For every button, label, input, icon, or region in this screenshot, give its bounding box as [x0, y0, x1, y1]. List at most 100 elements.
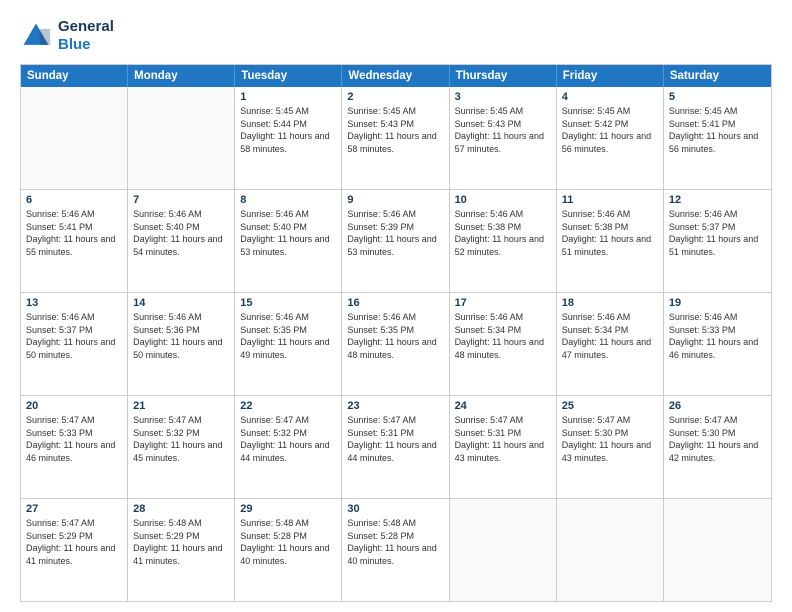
day-number: 29: [240, 503, 336, 515]
day-number: 22: [240, 400, 336, 412]
day-number: 20: [26, 400, 122, 412]
calendar-cell: 10 Sunrise: 5:46 AM Sunset: 5:38 PM Dayli…: [450, 190, 557, 292]
day-header-monday: Monday: [128, 65, 235, 87]
day-info: Sunrise: 5:46 AM Sunset: 5:35 PM Dayligh…: [240, 311, 336, 361]
day-info: Sunrise: 5:46 AM Sunset: 5:38 PM Dayligh…: [455, 208, 551, 258]
page: General Blue SundayMondayTuesdayWednesda…: [0, 0, 792, 612]
day-number: 9: [347, 194, 443, 206]
day-info: Sunrise: 5:46 AM Sunset: 5:41 PM Dayligh…: [26, 208, 122, 258]
day-header-wednesday: Wednesday: [342, 65, 449, 87]
day-number: 5: [669, 91, 766, 103]
day-info: Sunrise: 5:45 AM Sunset: 5:44 PM Dayligh…: [240, 105, 336, 155]
calendar-cell: 16Sunrise: 5:46 AM Sunset: 5:35 PM Dayli…: [342, 293, 449, 395]
day-number: 11: [562, 194, 658, 206]
day-number: 28: [133, 503, 229, 515]
calendar-body: 1 Sunrise: 5:45 AM Sunset: 5:44 PM Daylig…: [21, 87, 771, 601]
day-number: 19: [669, 297, 766, 309]
calendar-cell: 3 Sunrise: 5:45 AM Sunset: 5:43 PM Daylig…: [450, 87, 557, 189]
calendar-cell: [21, 87, 128, 189]
calendar-cell: 12 Sunrise: 5:46 AM Sunset: 5:37 PM Dayli…: [664, 190, 771, 292]
day-info: Sunrise: 5:47 AM Sunset: 5:31 PM Dayligh…: [455, 414, 551, 464]
day-info: Sunrise: 5:45 AM Sunset: 5:43 PM Dayligh…: [455, 105, 551, 155]
calendar-cell: 27Sunrise: 5:47 AM Sunset: 5:29 PM Dayli…: [21, 499, 128, 601]
calendar-cell: [557, 499, 664, 601]
logo-blue: Blue: [58, 36, 91, 53]
calendar-cell: 25 Sunrise: 5:47 AM Sunset: 5:30 PM Dayli…: [557, 396, 664, 498]
calendar-cell: 23 Sunrise: 5:47 AM Sunset: 5:31 PM Dayli…: [342, 396, 449, 498]
day-number: 24: [455, 400, 551, 412]
calendar-cell: 6 Sunrise: 5:46 AM Sunset: 5:41 PM Daylig…: [21, 190, 128, 292]
day-info: Sunrise: 5:47 AM Sunset: 5:31 PM Dayligh…: [347, 414, 443, 464]
day-number: 26: [669, 400, 766, 412]
day-number: 4: [562, 91, 658, 103]
calendar-cell: 28 Sunrise: 5:48 AM Sunset: 5:29 PM Dayli…: [128, 499, 235, 601]
day-number: 18: [562, 297, 658, 309]
day-info: Sunrise: 5:46 AM Sunset: 5:40 PM Dayligh…: [133, 208, 229, 258]
day-info: Sunrise: 5:46 AM Sunset: 5:37 PM Dayligh…: [26, 311, 122, 361]
day-number: 2: [347, 91, 443, 103]
calendar-cell: 30 Sunrise: 5:48 AM Sunset: 5:28 PM Dayli…: [342, 499, 449, 601]
calendar-cell: 22 Sunrise: 5:47 AM Sunset: 5:32 PM Dayli…: [235, 396, 342, 498]
logo-general: General: [58, 18, 114, 35]
calendar-row-2: 6 Sunrise: 5:46 AM Sunset: 5:41 PM Daylig…: [21, 189, 771, 292]
day-header-sunday: Sunday: [21, 65, 128, 87]
calendar-cell: [450, 499, 557, 601]
day-info: Sunrise: 5:45 AM Sunset: 5:43 PM Dayligh…: [347, 105, 443, 155]
calendar-cell: 8 Sunrise: 5:46 AM Sunset: 5:40 PM Daylig…: [235, 190, 342, 292]
calendar-cell: 15 Sunrise: 5:46 AM Sunset: 5:35 PM Dayli…: [235, 293, 342, 395]
day-info: Sunrise: 5:46 AM Sunset: 5:33 PM Dayligh…: [669, 311, 766, 361]
calendar-cell: 19 Sunrise: 5:46 AM Sunset: 5:33 PM Dayli…: [664, 293, 771, 395]
day-info: Sunrise: 5:48 AM Sunset: 5:29 PM Dayligh…: [133, 517, 229, 567]
day-number: 14: [133, 297, 229, 309]
day-info: Sunrise: 5:47 AM Sunset: 5:29 PM Dayligh…: [26, 517, 122, 567]
day-info: Sunrise: 5:48 AM Sunset: 5:28 PM Dayligh…: [347, 517, 443, 567]
calendar-cell: 13 Sunrise: 5:46 AM Sunset: 5:37 PM Dayli…: [21, 293, 128, 395]
day-number: 23: [347, 400, 443, 412]
day-number: 21: [133, 400, 229, 412]
calendar-cell: 29Sunrise: 5:48 AM Sunset: 5:28 PM Dayli…: [235, 499, 342, 601]
day-number: 15: [240, 297, 336, 309]
day-number: 12: [669, 194, 766, 206]
day-info: Sunrise: 5:47 AM Sunset: 5:32 PM Dayligh…: [240, 414, 336, 464]
calendar-cell: 9 Sunrise: 5:46 AM Sunset: 5:39 PM Daylig…: [342, 190, 449, 292]
calendar: SundayMondayTuesdayWednesdayThursdayFrid…: [20, 64, 772, 602]
calendar-header: SundayMondayTuesdayWednesdayThursdayFrid…: [21, 65, 771, 87]
day-number: 3: [455, 91, 551, 103]
calendar-row-5: 27Sunrise: 5:47 AM Sunset: 5:29 PM Dayli…: [21, 498, 771, 601]
day-number: 30: [347, 503, 443, 515]
calendar-cell: 18 Sunrise: 5:46 AM Sunset: 5:34 PM Dayli…: [557, 293, 664, 395]
calendar-cell: 14 Sunrise: 5:46 AM Sunset: 5:36 PM Dayli…: [128, 293, 235, 395]
calendar-cell: 20Sunrise: 5:47 AM Sunset: 5:33 PM Dayli…: [21, 396, 128, 498]
day-info: Sunrise: 5:46 AM Sunset: 5:34 PM Dayligh…: [562, 311, 658, 361]
header: General Blue: [20, 18, 772, 54]
day-info: Sunrise: 5:46 AM Sunset: 5:37 PM Dayligh…: [669, 208, 766, 258]
calendar-row-1: 1 Sunrise: 5:45 AM Sunset: 5:44 PM Daylig…: [21, 87, 771, 189]
day-info: Sunrise: 5:47 AM Sunset: 5:30 PM Dayligh…: [562, 414, 658, 464]
calendar-cell: 7 Sunrise: 5:46 AM Sunset: 5:40 PM Daylig…: [128, 190, 235, 292]
day-number: 1: [240, 91, 336, 103]
calendar-row-3: 13 Sunrise: 5:46 AM Sunset: 5:37 PM Dayli…: [21, 292, 771, 395]
day-number: 16: [347, 297, 443, 309]
day-number: 13: [26, 297, 122, 309]
logo-icon: [20, 20, 52, 52]
day-info: Sunrise: 5:46 AM Sunset: 5:40 PM Dayligh…: [240, 208, 336, 258]
day-info: Sunrise: 5:45 AM Sunset: 5:41 PM Dayligh…: [669, 105, 766, 155]
day-number: 8: [240, 194, 336, 206]
calendar-cell: 17Sunrise: 5:46 AM Sunset: 5:34 PM Dayli…: [450, 293, 557, 395]
day-info: Sunrise: 5:46 AM Sunset: 5:36 PM Dayligh…: [133, 311, 229, 361]
calendar-cell: [664, 499, 771, 601]
day-number: 25: [562, 400, 658, 412]
calendar-cell: 1 Sunrise: 5:45 AM Sunset: 5:44 PM Daylig…: [235, 87, 342, 189]
calendar-cell: [128, 87, 235, 189]
day-info: Sunrise: 5:46 AM Sunset: 5:38 PM Dayligh…: [562, 208, 658, 258]
day-info: Sunrise: 5:47 AM Sunset: 5:30 PM Dayligh…: [669, 414, 766, 464]
calendar-cell: 24 Sunrise: 5:47 AM Sunset: 5:31 PM Dayli…: [450, 396, 557, 498]
calendar-cell: 21Sunrise: 5:47 AM Sunset: 5:32 PM Dayli…: [128, 396, 235, 498]
day-number: 6: [26, 194, 122, 206]
logo-text: General Blue: [58, 18, 114, 54]
day-info: Sunrise: 5:46 AM Sunset: 5:39 PM Dayligh…: [347, 208, 443, 258]
day-info: Sunrise: 5:45 AM Sunset: 5:42 PM Dayligh…: [562, 105, 658, 155]
day-number: 7: [133, 194, 229, 206]
day-number: 10: [455, 194, 551, 206]
calendar-cell: 5 Sunrise: 5:45 AM Sunset: 5:41 PM Daylig…: [664, 87, 771, 189]
